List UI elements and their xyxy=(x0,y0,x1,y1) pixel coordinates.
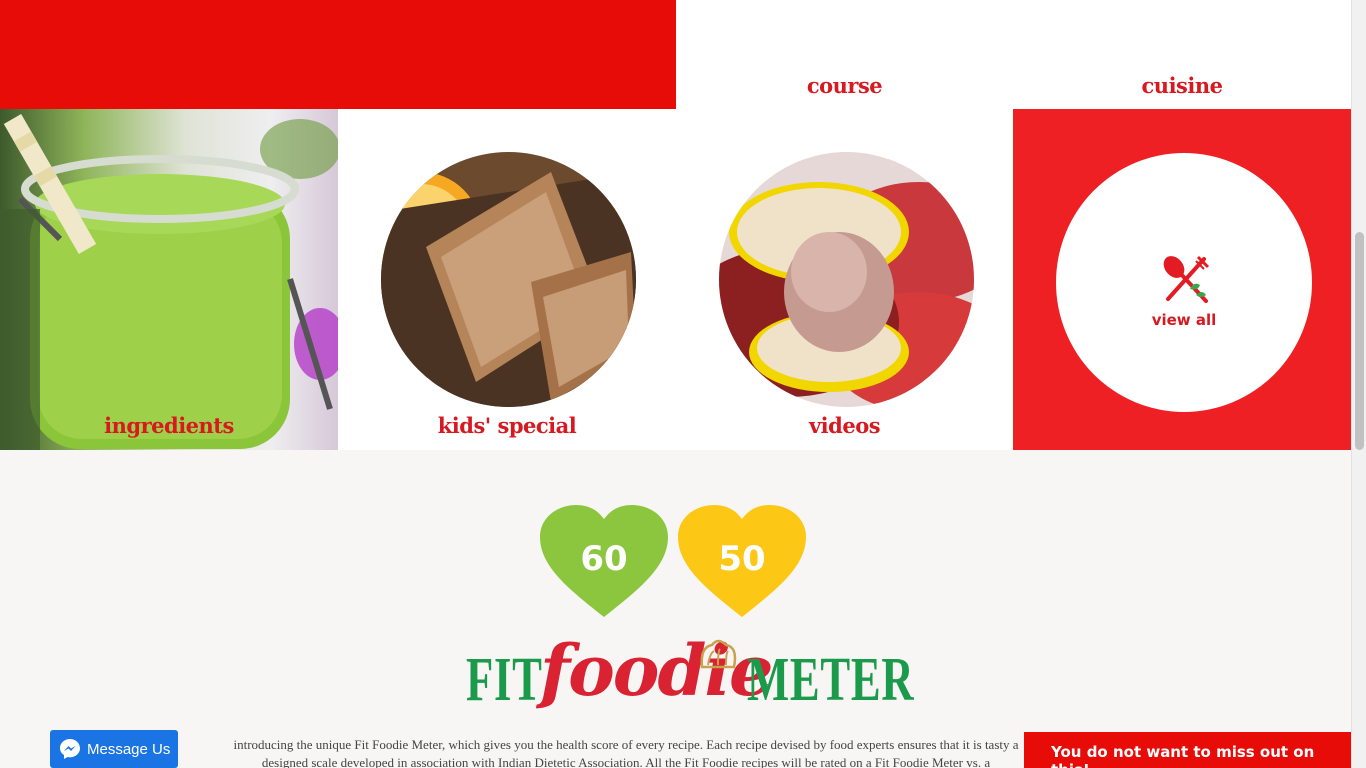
ingredients-label[interactable]: ingredients xyxy=(0,413,338,438)
scrollbar-thumb[interactable] xyxy=(1355,232,1364,450)
promo-banner[interactable]: You do not want to miss out on this! xyxy=(1024,732,1351,768)
messenger-button[interactable]: Message Us xyxy=(50,730,178,768)
view-all-label[interactable]: view all xyxy=(1056,311,1312,329)
videos-label[interactable]: videos xyxy=(676,413,1013,438)
green-smoothie-jar-image xyxy=(0,114,338,450)
kids-special-tile[interactable]: kids' special xyxy=(338,109,676,450)
kids-special-image[interactable] xyxy=(381,152,636,407)
chef-hat-icon xyxy=(700,639,737,669)
intro-line-1: introducing the unique Fit Foodie Meter,… xyxy=(233,737,1019,752)
vertical-scrollbar[interactable] xyxy=(1351,0,1366,768)
page: course cuisine ingredients kids' special… xyxy=(0,0,1366,768)
cuisine-label[interactable]: cuisine xyxy=(1013,73,1351,98)
course-tile[interactable]: course xyxy=(676,0,1013,109)
intro-line-2: designed scale developed in association … xyxy=(261,755,991,768)
view-all-button[interactable]: view all xyxy=(1056,153,1312,412)
course-label[interactable]: course xyxy=(676,73,1013,98)
yellow-heart-score: 50 xyxy=(678,505,806,617)
fit-foodie-intro-text: introducing the unique Fit Foodie Meter,… xyxy=(176,736,1076,768)
fit-foodie-scores: 60 50 xyxy=(540,505,810,620)
fork-spoon-icon xyxy=(1163,255,1210,303)
videos-tile[interactable]: videos xyxy=(676,109,1013,450)
green-score-value: 60 xyxy=(580,539,628,579)
fit-foodie-meter-logo: FIT foodie METER xyxy=(466,625,914,733)
green-heart-score: 60 xyxy=(540,505,668,617)
ingredients-tile[interactable]: ingredients xyxy=(0,109,338,450)
logo-fit-text: FIT xyxy=(466,646,543,714)
promo-label[interactable]: You do not want to miss out on this! xyxy=(1051,743,1314,768)
view-all-tile[interactable]: view all xyxy=(1013,109,1351,450)
yellow-score-value: 50 xyxy=(718,539,766,579)
kids-special-label[interactable]: kids' special xyxy=(338,413,676,438)
cuisine-tile[interactable]: cuisine xyxy=(1013,0,1351,109)
logo-meter-text: METER xyxy=(747,646,915,714)
red-banner-block xyxy=(0,0,676,109)
messenger-label[interactable]: Message Us xyxy=(87,741,170,758)
videos-image[interactable] xyxy=(719,152,974,407)
messenger-icon xyxy=(60,739,80,759)
